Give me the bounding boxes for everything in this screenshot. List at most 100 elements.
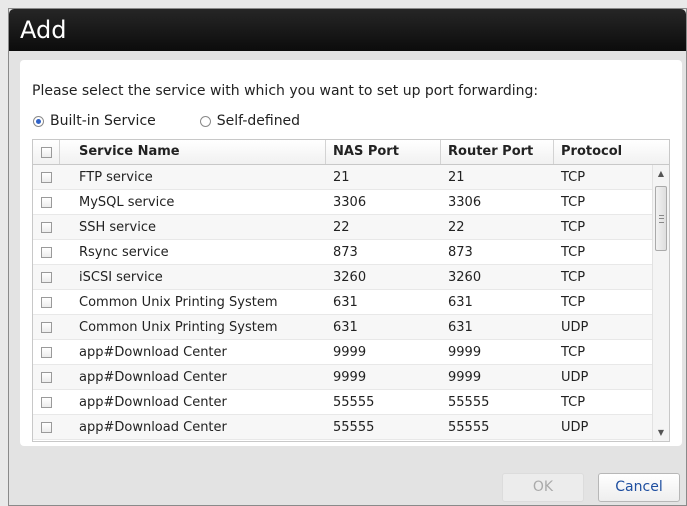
row-checkbox[interactable] bbox=[41, 371, 52, 383]
service-type-radio-group: Built-in Service Self-defined bbox=[33, 112, 300, 130]
grip-icon bbox=[659, 215, 664, 223]
cell-router-port: 873 bbox=[448, 245, 473, 260]
service-table: Service Name NAS Port Router Port Protoc… bbox=[32, 139, 670, 442]
cell-nas-port: 9999 bbox=[333, 370, 367, 385]
cell-service-name: FTP service bbox=[79, 170, 153, 185]
cell-nas-port: 631 bbox=[333, 320, 358, 335]
scroll-down-arrow-icon[interactable]: ▼ bbox=[653, 424, 669, 441]
cell-service-name: iSCSI service bbox=[79, 270, 163, 285]
row-checkbox[interactable] bbox=[41, 296, 52, 308]
cell-protocol: UDP bbox=[561, 320, 589, 335]
cell-protocol: TCP bbox=[561, 170, 586, 185]
dialog-title: Add bbox=[20, 16, 67, 44]
cell-router-port: 9999 bbox=[448, 370, 482, 385]
row-checkbox[interactable] bbox=[41, 221, 52, 233]
cell-router-port: 55555 bbox=[448, 395, 490, 410]
row-checkbox[interactable] bbox=[41, 196, 52, 208]
cell-router-port: 55555 bbox=[448, 420, 490, 435]
cell-router-port: 9999 bbox=[448, 345, 482, 360]
cancel-button[interactable]: Cancel bbox=[598, 473, 680, 502]
cell-nas-port: 3306 bbox=[333, 195, 367, 210]
column-header-router-port[interactable]: Router Port bbox=[441, 140, 554, 164]
cell-protocol: TCP bbox=[561, 220, 586, 235]
cell-nas-port: 9999 bbox=[333, 345, 367, 360]
cell-service-name: Common Unix Printing System bbox=[79, 295, 278, 310]
row-checkbox[interactable] bbox=[41, 346, 52, 358]
row-checkbox-cell bbox=[33, 265, 60, 289]
radio-button-checked[interactable] bbox=[33, 115, 44, 127]
column-header-service-name[interactable]: Service Name bbox=[60, 140, 326, 164]
ok-button[interactable]: OK bbox=[502, 473, 584, 502]
scrollbar-thumb[interactable] bbox=[655, 186, 667, 251]
radio-self-defined[interactable]: Self-defined bbox=[199, 113, 301, 129]
row-checkbox-cell bbox=[33, 415, 60, 439]
table-row[interactable]: iSCSI service 3260 3260 TCP bbox=[33, 265, 652, 290]
cell-service-name: MySQL service bbox=[79, 195, 175, 210]
table-body: FTP service 21 21 TCP MySQL service 3306… bbox=[33, 165, 652, 440]
cell-service-name: app#Download Center bbox=[79, 420, 227, 435]
table-row[interactable]: app#Download Center 9999 9999 UDP bbox=[33, 365, 652, 390]
cell-router-port: 631 bbox=[448, 295, 473, 310]
row-checkbox[interactable] bbox=[41, 271, 52, 283]
cell-protocol: TCP bbox=[561, 345, 586, 360]
instruction-text: Please select the service with which you… bbox=[32, 83, 539, 99]
cell-protocol: TCP bbox=[561, 245, 586, 260]
cell-protocol: TCP bbox=[561, 195, 586, 210]
cell-service-name: app#Download Center bbox=[79, 370, 227, 385]
table-row[interactable]: FTP service 21 21 TCP bbox=[33, 165, 652, 190]
row-checkbox-cell bbox=[33, 165, 60, 189]
cell-nas-port: 55555 bbox=[333, 395, 375, 410]
cell-router-port: 22 bbox=[448, 220, 465, 235]
row-checkbox-cell bbox=[33, 215, 60, 239]
row-checkbox[interactable] bbox=[41, 246, 52, 258]
cell-service-name: Common Unix Printing System bbox=[79, 320, 278, 335]
cell-nas-port: 21 bbox=[333, 170, 350, 185]
table-row[interactable]: Common Unix Printing System 631 631 UDP bbox=[33, 315, 652, 340]
cell-protocol: UDP bbox=[561, 370, 589, 385]
cell-router-port: 3306 bbox=[448, 195, 482, 210]
cell-protocol: UDP bbox=[561, 420, 589, 435]
row-checkbox-cell bbox=[33, 340, 60, 364]
table-row[interactable]: app#Download Center 55555 55555 TCP bbox=[33, 390, 652, 415]
table-row[interactable]: app#Download Center 9999 9999 TCP bbox=[33, 340, 652, 365]
table-row[interactable]: MySQL service 3306 3306 TCP bbox=[33, 190, 652, 215]
row-checkbox-cell bbox=[33, 390, 60, 414]
dialog-panel: Please select the service with which you… bbox=[20, 60, 682, 446]
cell-router-port: 631 bbox=[448, 320, 473, 335]
row-checkbox[interactable] bbox=[41, 321, 52, 333]
table-row[interactable]: app#Download Center 55555 55555 UDP bbox=[33, 415, 652, 440]
row-checkbox-cell bbox=[33, 190, 60, 214]
cell-nas-port: 3260 bbox=[333, 270, 367, 285]
table-scrollbar[interactable]: ▲ ▼ bbox=[652, 165, 669, 441]
table-row[interactable]: SSH service 22 22 TCP bbox=[33, 215, 652, 240]
cell-service-name: SSH service bbox=[79, 220, 156, 235]
cell-router-port: 21 bbox=[448, 170, 465, 185]
radio-label: Self-defined bbox=[216, 113, 301, 129]
table-row[interactable]: Common Unix Printing System 631 631 TCP bbox=[33, 290, 652, 315]
table-row[interactable]: Rsync service 873 873 TCP bbox=[33, 240, 652, 265]
cell-nas-port: 22 bbox=[333, 220, 350, 235]
cell-nas-port: 55555 bbox=[333, 420, 375, 435]
cell-nas-port: 873 bbox=[333, 245, 358, 260]
row-checkbox[interactable] bbox=[41, 171, 52, 183]
scroll-up-arrow-icon[interactable]: ▲ bbox=[653, 165, 669, 182]
column-header-nas-port[interactable]: NAS Port bbox=[326, 140, 441, 164]
select-all-checkbox[interactable] bbox=[40, 146, 52, 158]
radio-label: Built-in Service bbox=[50, 113, 156, 129]
cell-protocol: TCP bbox=[561, 395, 586, 410]
row-checkbox[interactable] bbox=[41, 421, 52, 433]
row-checkbox[interactable] bbox=[41, 396, 52, 408]
cell-service-name: Rsync service bbox=[79, 245, 169, 260]
radio-button-unchecked[interactable] bbox=[199, 115, 211, 127]
cell-protocol: TCP bbox=[561, 295, 586, 310]
row-checkbox-cell bbox=[33, 365, 60, 389]
dialog-titlebar[interactable]: Add bbox=[9, 9, 686, 51]
row-checkbox-cell bbox=[33, 315, 60, 339]
radio-built-in-service[interactable]: Built-in Service bbox=[33, 113, 156, 129]
column-header-protocol[interactable]: Protocol bbox=[554, 140, 669, 164]
row-checkbox-cell bbox=[33, 290, 60, 314]
table-header: Service Name NAS Port Router Port Protoc… bbox=[33, 140, 669, 165]
cell-protocol: TCP bbox=[561, 270, 586, 285]
header-select-all bbox=[33, 140, 60, 164]
cell-router-port: 3260 bbox=[448, 270, 482, 285]
